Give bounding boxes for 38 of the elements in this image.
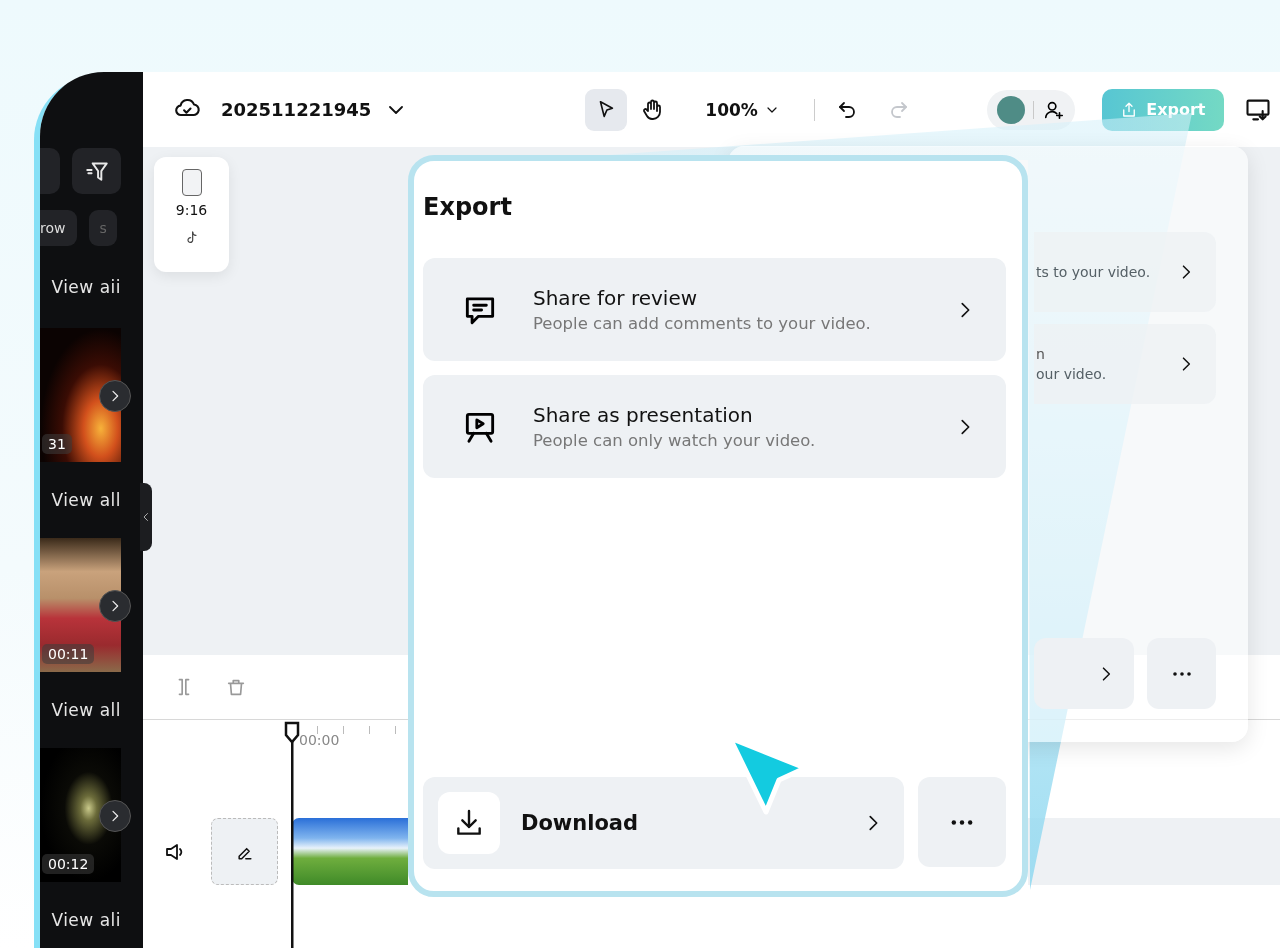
video-thumbnail[interactable] xyxy=(40,328,121,462)
view-all-link[interactable]: View aii xyxy=(51,277,121,297)
option-title: n xyxy=(1036,346,1046,362)
share-option[interactable]: Share for review People can add comments to your video. xyxy=(423,258,1006,361)
download-button[interactable]: Download xyxy=(423,777,904,869)
option-title: Share for review xyxy=(533,286,699,310)
share-option[interactable]: ts to your video. xyxy=(1034,232,1216,312)
duration-label: 31 xyxy=(42,434,72,454)
option-description: ts to your video. xyxy=(1036,264,1152,280)
collapse-handle[interactable] xyxy=(140,483,152,551)
avatar xyxy=(997,95,1025,124)
project-title: 202511221945 xyxy=(221,99,372,120)
portrait-icon xyxy=(181,169,202,196)
video-thumbnail[interactable] xyxy=(40,538,121,672)
video-clip[interactable] xyxy=(292,818,408,885)
filter-chip[interactable]: row xyxy=(40,210,78,246)
playhead[interactable] xyxy=(284,721,300,948)
filter-button[interactable] xyxy=(72,148,121,194)
view-all-link[interactable]: View ali xyxy=(51,910,121,930)
duration-label: 00:11 xyxy=(42,644,95,664)
collaborators-pill[interactable] xyxy=(986,89,1075,130)
timecode-label: 00:00 xyxy=(299,732,340,748)
video-thumbnail[interactable] xyxy=(40,748,121,882)
aspect-ratio-card[interactable]: 9:16 xyxy=(154,157,229,272)
panel-title: Export xyxy=(423,193,513,221)
share-option[interactable]: Share as presentation People can only watch your video. xyxy=(423,375,1006,478)
option-title: Share as presentation xyxy=(533,403,754,427)
option-description: our video. xyxy=(1036,366,1108,382)
view-all-link[interactable]: View all xyxy=(51,700,121,720)
option-description: People can only watch your video. xyxy=(533,431,817,450)
aspect-ratio-label: 9:16 xyxy=(175,202,208,218)
option-description: People can add comments to your video. xyxy=(533,314,872,333)
zoom-dropdown[interactable]: 100% xyxy=(699,98,786,121)
view-all-link[interactable]: View all xyxy=(51,490,121,510)
duration-label: 00:12 xyxy=(42,854,95,874)
select-tool-button[interactable] xyxy=(585,88,628,131)
share-option[interactable]: n our video. xyxy=(1034,324,1216,404)
chevron-down-icon xyxy=(389,105,404,114)
